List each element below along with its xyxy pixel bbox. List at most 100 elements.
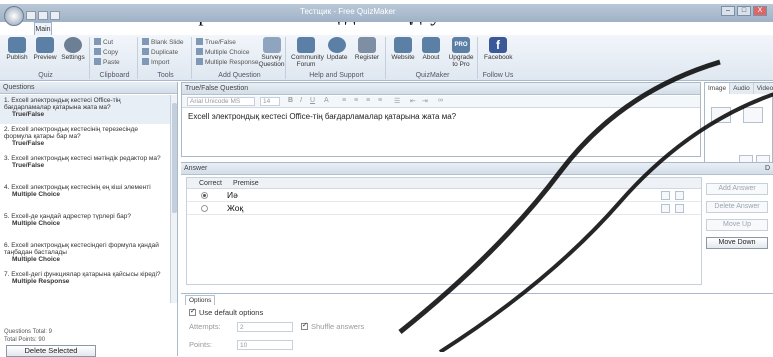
- question-type: Multiple Choice: [12, 191, 61, 198]
- use-default-checkbox[interactable]: [189, 307, 196, 316]
- tab-image[interactable]: Image: [705, 83, 731, 94]
- delete-answer-button[interactable]: Delete Answer: [706, 201, 768, 213]
- font-color-icon[interactable]: A: [324, 97, 329, 104]
- justify-icon[interactable]: ≡: [378, 97, 382, 104]
- true-false-button[interactable]: True/False: [196, 38, 236, 46]
- list-item[interactable]: 4. Excell электрондық кестесінің ең кіші…: [0, 182, 170, 211]
- attempts-select[interactable]: 2: [237, 322, 293, 332]
- underline-icon[interactable]: U: [310, 97, 315, 104]
- list-item[interactable]: 7. Excell-дегі функциялар қатарына қайсы…: [0, 269, 170, 298]
- blank-slide-button[interactable]: Blank Slide: [142, 38, 184, 46]
- outdent-icon[interactable]: ⇥: [422, 97, 428, 105]
- answer-collapse-toggle[interactable]: D: [765, 163, 770, 175]
- font-select[interactable]: Arial Unicode MS: [187, 97, 255, 106]
- register-button[interactable]: Register: [354, 37, 380, 61]
- correct-radio[interactable]: [201, 205, 208, 212]
- link-icon[interactable]: ∞: [438, 97, 443, 104]
- align-left-icon[interactable]: ≡: [342, 97, 346, 104]
- question-type: True/False: [12, 140, 45, 147]
- answer-row[interactable]: Жоқ: [187, 202, 701, 215]
- move-up-button[interactable]: Move Up: [706, 219, 768, 231]
- list-item[interactable]: 2. Excell электрондық кестесінің терезес…: [0, 124, 170, 153]
- answer-equation-icon[interactable]: [675, 191, 684, 200]
- import-icon: [142, 58, 149, 65]
- answer-image-icon[interactable]: [661, 191, 670, 200]
- points-field[interactable]: 10: [237, 340, 293, 350]
- tab-main[interactable]: Main: [34, 22, 52, 36]
- move-down-button[interactable]: Move Down: [706, 237, 768, 249]
- settings-button[interactable]: Settings: [60, 37, 86, 61]
- answer-equation-icon[interactable]: [675, 204, 684, 213]
- font-size-select[interactable]: 14: [260, 97, 280, 106]
- indent-icon[interactable]: ⇤: [410, 97, 416, 105]
- shuffle-checkbox[interactable]: [301, 321, 308, 330]
- multiple-response-button[interactable]: Multiple Response: [196, 58, 258, 66]
- close-button[interactable]: X: [753, 6, 767, 16]
- multiple-choice-button[interactable]: Multiple Choice: [196, 48, 249, 56]
- about-button[interactable]: About: [418, 37, 444, 61]
- premise-text[interactable]: Иә: [227, 190, 238, 200]
- question-text: 1. Excell электрондық кестесі Office-тің…: [4, 97, 121, 111]
- delete-selected-button[interactable]: Delete Selected: [6, 345, 96, 357]
- ribbon-group-tools: Blank Slide Duplicate Import Tools: [140, 37, 192, 79]
- questions-scrollbar[interactable]: [170, 95, 177, 303]
- insert-equation-icon[interactable]: [743, 107, 763, 123]
- group-name-clipboard: Clipboard: [99, 72, 130, 79]
- duplicate-button[interactable]: Duplicate: [142, 48, 178, 56]
- tab-options[interactable]: Options: [185, 295, 216, 305]
- insert-image-icon[interactable]: [711, 107, 731, 123]
- tab-audio[interactable]: Audio: [730, 83, 754, 94]
- italic-icon[interactable]: I: [300, 97, 302, 104]
- register-icon: [358, 37, 376, 53]
- upgrade-to-pro-button[interactable]: PRO Upgrade to Pro: [446, 37, 476, 68]
- facebook-button[interactable]: f Facebook: [484, 37, 513, 61]
- duplicate-label: Duplicate: [151, 49, 179, 56]
- align-center-icon[interactable]: ≡: [354, 97, 358, 104]
- editor-title: True/False Question: [182, 83, 700, 95]
- add-answer-button[interactable]: Add Answer: [706, 183, 768, 195]
- list-item[interactable]: 3. Excell электрондық кестесі мәтіндік р…: [0, 153, 170, 182]
- bold-icon[interactable]: B: [288, 97, 293, 104]
- question-text-field[interactable]: Excell электрондық кестесі Office-тің ба…: [188, 112, 456, 121]
- paste-button[interactable]: Paste: [94, 58, 120, 66]
- copy-button[interactable]: Copy: [94, 48, 118, 56]
- maximize-button[interactable]: □: [737, 6, 751, 16]
- answer-row[interactable]: Иә: [187, 189, 701, 202]
- copy-icon: [94, 48, 101, 55]
- survey-question-button[interactable]: Survey Question: [258, 37, 285, 68]
- publish-button[interactable]: Publish: [4, 37, 30, 61]
- community-forum-button[interactable]: Community Forum: [291, 37, 324, 68]
- blank-slide-label: Blank Slide: [151, 39, 184, 46]
- redo-icon[interactable]: [50, 11, 60, 20]
- correct-radio[interactable]: [201, 192, 208, 199]
- cut-button[interactable]: Cut: [94, 38, 113, 46]
- list-icon[interactable]: ☰: [394, 97, 400, 105]
- save-icon[interactable]: [26, 11, 36, 20]
- scrollbar-thumb[interactable]: [172, 103, 177, 213]
- preview-button[interactable]: Preview: [32, 37, 58, 61]
- copy-label: Copy: [103, 49, 119, 56]
- group-name-add-question: Add Question: [218, 72, 261, 79]
- tab-video[interactable]: Video: [753, 83, 773, 94]
- import-button[interactable]: Import: [142, 58, 169, 66]
- app-menu-orb-icon[interactable]: [4, 6, 24, 26]
- list-item[interactable]: 6. Excell электрондық кестесіндегі форму…: [0, 240, 170, 269]
- update-button[interactable]: Update: [324, 37, 350, 61]
- true-false-icon: [196, 38, 203, 45]
- upgrade-label: Upgrade to Pro: [448, 54, 474, 68]
- premise-text[interactable]: Жоқ: [227, 203, 243, 213]
- group-name-quizmaker: QuizMaker: [415, 72, 450, 79]
- list-item[interactable]: 5. Excell-де қандай адрестер түрлері бар…: [0, 211, 170, 240]
- cut-label: Cut: [103, 39, 114, 46]
- preview-icon: [36, 37, 54, 53]
- publish-label: Publish: [6, 54, 28, 61]
- answer-image-icon[interactable]: [661, 204, 670, 213]
- shuffle-answers-row[interactable]: Shuffle answers: [301, 321, 364, 331]
- undo-icon[interactable]: [38, 11, 48, 20]
- use-default-options-row[interactable]: Use default options: [189, 307, 263, 317]
- align-right-icon[interactable]: ≡: [366, 97, 370, 104]
- list-item[interactable]: 1. Excell электрондық кестесі Office-тің…: [0, 95, 170, 124]
- website-button[interactable]: Website: [390, 37, 416, 61]
- question-text: 6. Excell электрондық кестесіндегі форму…: [4, 242, 159, 256]
- minimize-button[interactable]: –: [721, 6, 735, 16]
